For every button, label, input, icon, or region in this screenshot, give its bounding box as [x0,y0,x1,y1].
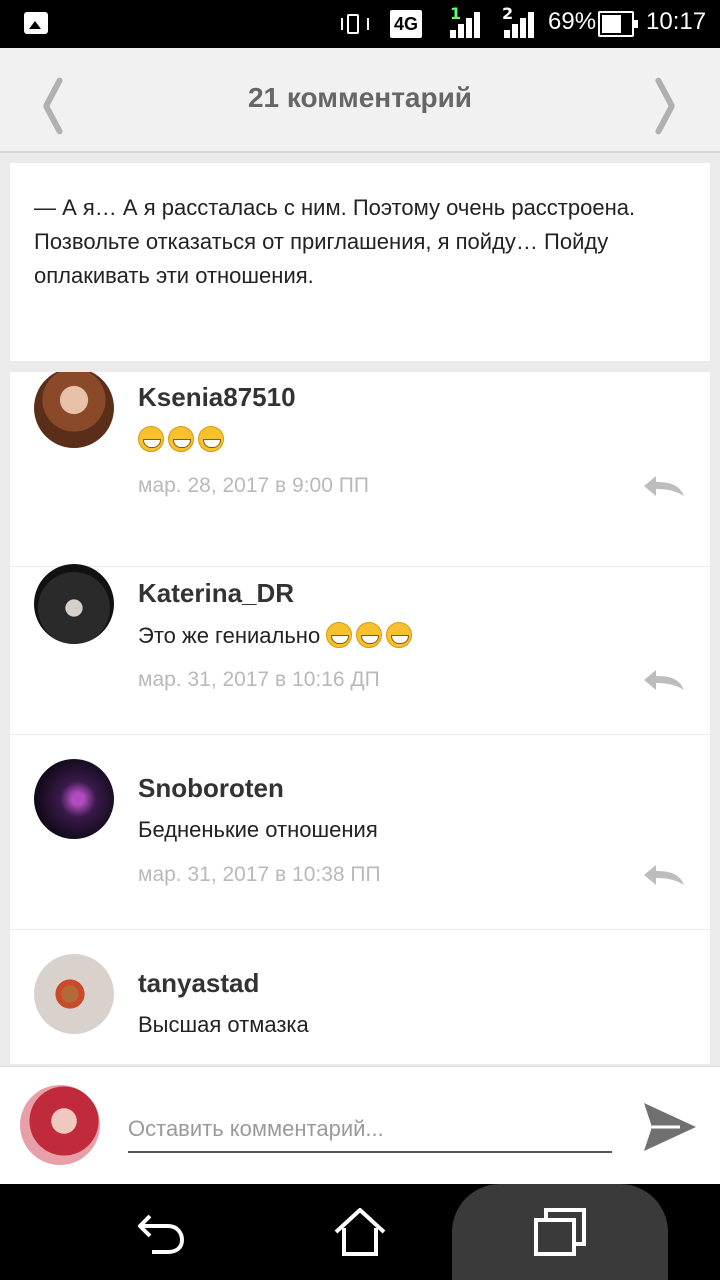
sim2-label: 2 [502,4,514,23]
back-icon[interactable] [132,1204,188,1260]
system-nav-bar [0,1184,720,1280]
quoted-post: — А я… А я рассталась с ним. Поэтому оче… [10,163,710,361]
grin-emoji-icon [138,426,164,452]
status-bar: 4G 1 2 69% 10:17 [0,0,720,48]
comment-author[interactable]: tanyastad [138,968,259,999]
avatar[interactable] [34,564,114,644]
comment-date: мар. 31, 2017 в 10:38 ПП [138,863,381,886]
battery-percent: 69% [548,8,597,35]
comment-list[interactable]: Ksenia87510 мар. 28, 2017 в 9:00 ПП Kate… [10,372,710,1064]
network-type: 4G [390,10,422,38]
send-icon[interactable] [640,1099,700,1155]
grin-emoji-icon [198,426,224,452]
comment-input[interactable] [128,1107,612,1153]
comment-text: Бедненькие отношения [138,817,378,842]
comment-date: мар. 28, 2017 в 9:00 ПП [138,474,369,497]
current-user-avatar[interactable] [20,1085,100,1165]
reply-icon[interactable] [642,863,686,887]
home-icon[interactable] [332,1204,388,1260]
post-text: — А я… А я рассталась с ним. Поэтому оче… [34,195,636,288]
avatar[interactable] [34,954,114,1034]
image-icon [24,12,48,34]
comment-author[interactable]: Snoboroten [138,773,284,804]
battery-icon [598,11,638,37]
reply-icon[interactable] [642,474,686,498]
comment-text-content: Это же гениально [138,623,321,648]
reply-icon[interactable] [642,668,686,692]
comment-text [138,426,228,453]
signal-icon: 1 [446,4,482,38]
comment-item[interactable]: Ksenia87510 мар. 28, 2017 в 9:00 ПП [10,372,710,567]
grin-emoji-icon [326,622,353,648]
grin-emoji-icon [386,622,413,648]
grin-emoji-icon [356,622,383,648]
comment-author[interactable]: Katerina_DR [138,578,294,609]
comment-item[interactable]: Snoboroten Бедненькие отношения мар. 31,… [10,735,710,930]
signal-icon: 2 [500,4,536,38]
comment-text: Это же гениально [138,622,416,649]
comment-composer [0,1066,720,1185]
clock: 10:17 [646,8,707,35]
header: 21 комментарий [0,48,720,153]
comment-text: Высшая отмазка [138,1012,309,1037]
sim1-label: 1 [450,4,462,23]
chevron-right-icon[interactable] [650,76,680,126]
comment-item[interactable]: tanyastad Высшая отмазка [10,930,710,1064]
comment-item[interactable]: Katerina_DR Это же гениально мар. 31, 20… [10,540,710,735]
avatar[interactable] [34,372,114,448]
grin-emoji-icon [168,426,194,452]
comment-date: мар. 31, 2017 в 10:16 ДП [138,668,380,691]
vibrate-icon [339,10,371,38]
comment-author[interactable]: Ksenia87510 [138,382,296,413]
page-title: 21 комментарий [247,82,473,113]
avatar[interactable] [34,759,114,839]
recents-icon[interactable] [532,1204,588,1260]
